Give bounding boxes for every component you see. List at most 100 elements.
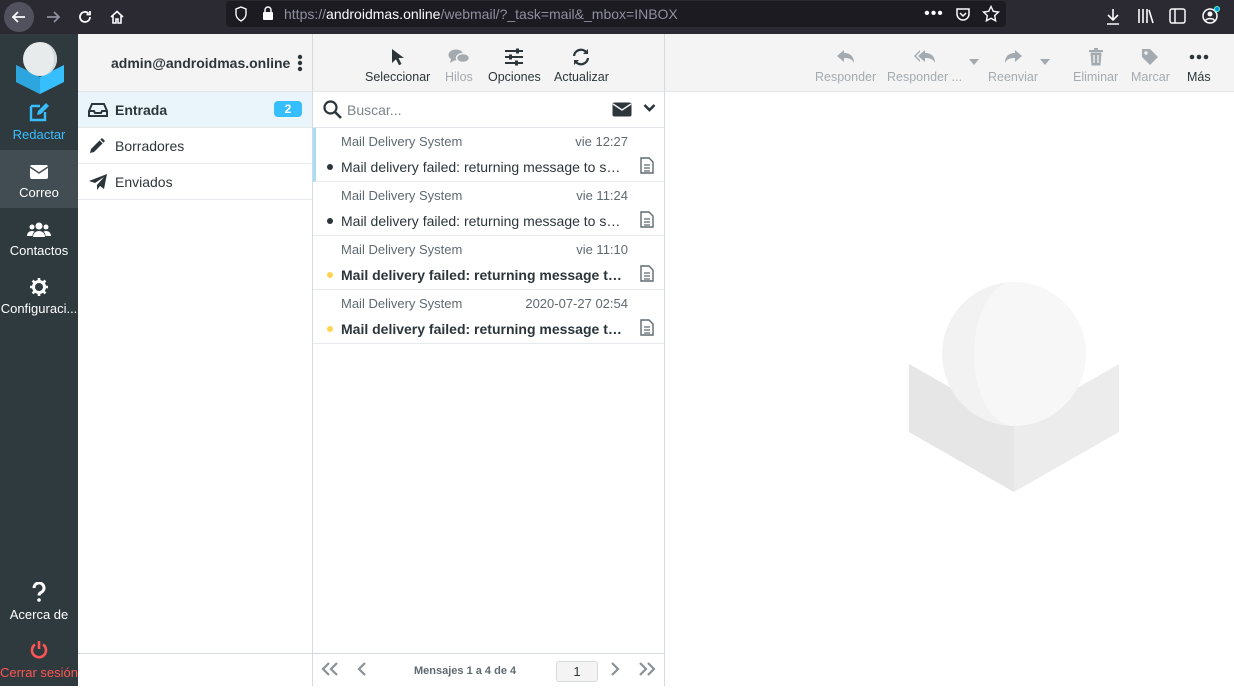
question-icon bbox=[32, 582, 46, 602]
pocket-icon[interactable] bbox=[955, 6, 971, 22]
folder-name: Enviados bbox=[115, 174, 173, 190]
delete-label: Eliminar bbox=[1073, 70, 1119, 84]
message-row[interactable]: Mail Delivery System 2020-07-27 02:54 Ma… bbox=[313, 290, 664, 344]
reply-button[interactable]: Responder bbox=[815, 34, 876, 92]
message-date: vie 12:27 bbox=[575, 134, 628, 149]
shield-icon bbox=[235, 6, 247, 22]
forward-caret-icon[interactable] bbox=[1040, 59, 1050, 65]
users-icon bbox=[27, 222, 51, 237]
message-date: 2020-07-27 02:54 bbox=[525, 296, 628, 311]
reload-button[interactable] bbox=[70, 2, 100, 32]
logout-label: Cerrar sesión bbox=[0, 665, 79, 680]
previous-page-icon[interactable] bbox=[357, 662, 367, 676]
forward-button[interactable] bbox=[38, 2, 68, 32]
inbox-icon bbox=[88, 103, 108, 117]
kebab-menu-icon[interactable] bbox=[297, 54, 303, 72]
home-button[interactable] bbox=[102, 2, 132, 32]
last-page-icon[interactable] bbox=[638, 662, 656, 676]
mail-menu-item[interactable]: Correo bbox=[0, 150, 78, 208]
download-icon[interactable] bbox=[1105, 8, 1121, 26]
sliders-icon bbox=[505, 48, 524, 66]
mark-label: Marcar bbox=[1131, 70, 1170, 84]
arrow-right-icon bbox=[47, 11, 61, 23]
document-icon bbox=[640, 319, 654, 336]
select-button[interactable]: Seleccionar bbox=[365, 34, 430, 92]
settings-menu-item[interactable]: Configuraci... bbox=[0, 266, 78, 324]
cursor-icon bbox=[391, 49, 404, 66]
first-page-icon[interactable] bbox=[321, 662, 339, 676]
message-row[interactable]: Mail Delivery System vie 11:10 Mail deli… bbox=[313, 236, 664, 290]
refresh-label: Actualizar bbox=[554, 70, 609, 84]
reply-all-button[interactable]: Responder ... bbox=[887, 34, 962, 92]
refresh-button[interactable]: Actualizar bbox=[554, 34, 609, 92]
unread-dot[interactable] bbox=[327, 272, 333, 278]
document-icon bbox=[640, 157, 654, 174]
message-subject: Mail delivery failed: returning message … bbox=[341, 267, 626, 283]
options-button[interactable]: Opciones bbox=[488, 34, 541, 92]
preview-panel: Responder Responder ... Reenviar Elimina… bbox=[665, 34, 1234, 686]
main-menu: Redactar Correo Contactos Configuraci...… bbox=[0, 34, 78, 686]
next-page-icon[interactable] bbox=[610, 662, 620, 676]
paper-plane-icon bbox=[89, 174, 107, 190]
more-button[interactable]: Más bbox=[1187, 34, 1211, 92]
chevron-down-icon[interactable] bbox=[643, 103, 656, 113]
search-input[interactable] bbox=[347, 98, 597, 122]
arrow-left-icon bbox=[11, 11, 25, 23]
forward-icon bbox=[1005, 50, 1023, 63]
message-subject: Mail delivery failed: returning message … bbox=[341, 159, 626, 175]
reply-all-caret-icon[interactable] bbox=[969, 59, 979, 65]
sidebar-toggle-icon[interactable] bbox=[1169, 8, 1186, 24]
url-path: /webmail/?_task=mail&_mbox=INBOX bbox=[440, 6, 678, 22]
reload-icon bbox=[79, 11, 91, 23]
power-icon bbox=[30, 641, 48, 659]
refresh-icon bbox=[573, 48, 590, 66]
unread-dot[interactable] bbox=[327, 326, 333, 332]
folder-inbox[interactable]: Entrada 2 bbox=[78, 92, 312, 128]
folder-sent[interactable]: Enviados bbox=[78, 164, 312, 200]
url-bar[interactable]: https://androidmas.online/webmail/?_task… bbox=[226, 1, 1006, 27]
back-button[interactable] bbox=[4, 2, 34, 32]
message-subject: Mail delivery failed: returning message … bbox=[341, 321, 626, 337]
envelope-filter-icon[interactable] bbox=[612, 102, 632, 117]
account-name: admin@androidmas.online bbox=[111, 55, 291, 71]
about-label: Acerca de bbox=[9, 607, 69, 622]
gear-icon bbox=[30, 278, 48, 296]
star-icon[interactable] bbox=[982, 5, 1000, 23]
logout-menu-item[interactable]: Cerrar sesión bbox=[0, 630, 78, 688]
reply-label: Responder bbox=[815, 70, 877, 84]
contacts-menu-item[interactable]: Contactos bbox=[0, 208, 78, 266]
unread-count-badge: 2 bbox=[274, 101, 302, 117]
message-sender: Mail Delivery System bbox=[341, 188, 463, 203]
folder-panel: admin@androidmas.online Entrada 2 Borrad… bbox=[78, 34, 313, 686]
folder-drafts[interactable]: Borradores bbox=[78, 128, 312, 164]
compose-menu-item[interactable]: Redactar bbox=[0, 92, 78, 150]
compose-icon bbox=[29, 103, 49, 122]
status-dot[interactable] bbox=[327, 218, 333, 224]
mark-button[interactable]: Marcar bbox=[1131, 34, 1170, 92]
account-icon[interactable] bbox=[1201, 6, 1221, 26]
message-date: vie 11:10 bbox=[576, 242, 628, 257]
folder-name: Borradores bbox=[115, 138, 185, 154]
forward-mail-button[interactable]: Reenviar bbox=[988, 34, 1038, 92]
message-row[interactable]: Mail Delivery System vie 12:27 Mail deli… bbox=[313, 128, 664, 182]
message-row[interactable]: Mail Delivery System vie 11:24 Mail deli… bbox=[313, 182, 664, 236]
home-icon bbox=[110, 10, 124, 24]
compose-label: Redactar bbox=[12, 127, 66, 142]
reply-all-icon bbox=[913, 50, 935, 63]
tag-icon bbox=[1142, 49, 1159, 65]
threads-button[interactable]: Hilos bbox=[445, 34, 473, 92]
folders-footer bbox=[78, 653, 312, 686]
message-date: vie 11:24 bbox=[576, 188, 628, 203]
trash-icon bbox=[1088, 48, 1103, 66]
status-dot[interactable] bbox=[327, 164, 333, 170]
settings-label: Configuraci... bbox=[0, 301, 78, 316]
page-number-input[interactable]: 1 bbox=[556, 661, 598, 682]
library-icon[interactable] bbox=[1137, 8, 1155, 24]
folder-name: Entrada bbox=[115, 102, 168, 118]
select-label: Seleccionar bbox=[365, 70, 431, 84]
roundcube-logo[interactable] bbox=[12, 38, 68, 94]
page-actions-icon[interactable]: ••• bbox=[924, 4, 944, 24]
delete-button[interactable]: Eliminar bbox=[1073, 34, 1118, 92]
search-icon[interactable] bbox=[323, 100, 342, 119]
about-menu-item[interactable]: Acerca de bbox=[0, 572, 78, 630]
